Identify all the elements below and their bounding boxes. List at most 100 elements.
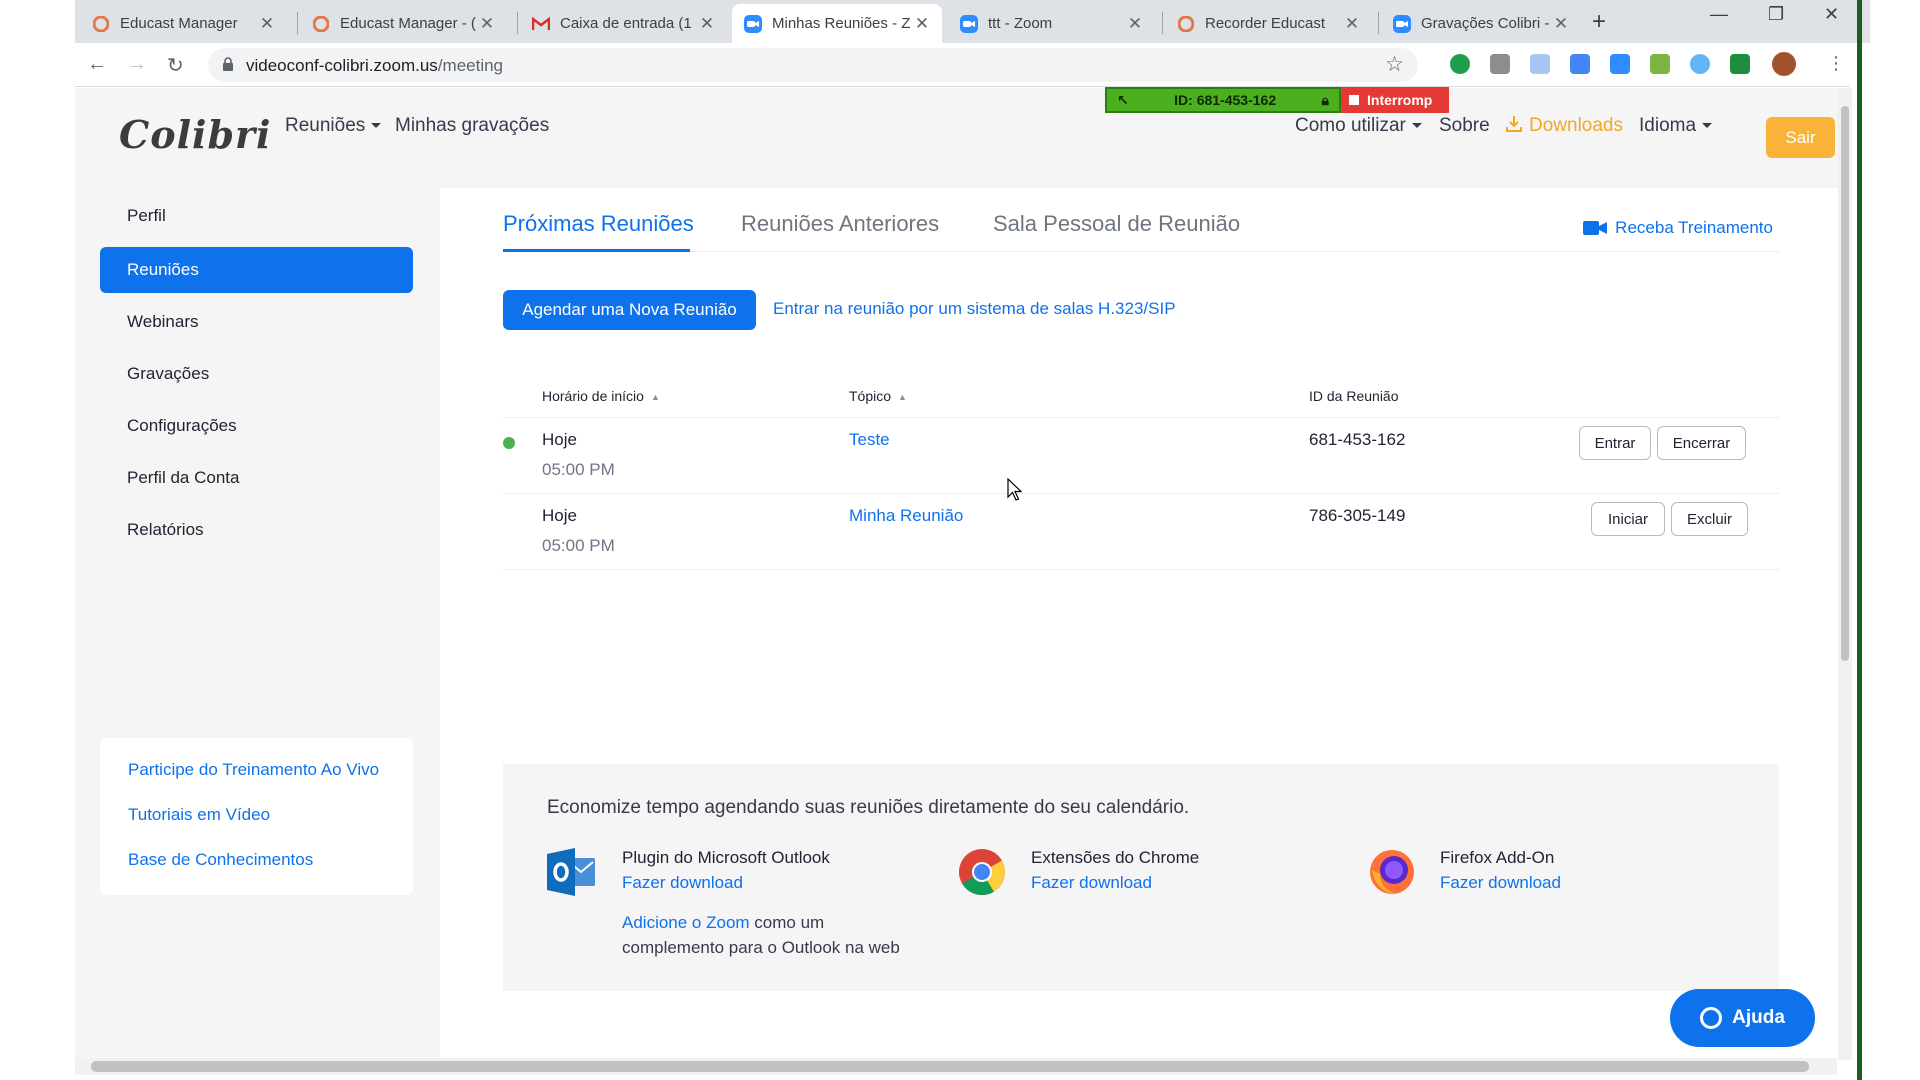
back-icon[interactable]: ← bbox=[87, 53, 107, 76]
vertical-scrollbar[interactable] bbox=[1838, 88, 1852, 1060]
tab-title: Minhas Reuniões - Z bbox=[772, 15, 911, 32]
educast-icon bbox=[92, 15, 110, 33]
zoom-icon bbox=[744, 14, 762, 33]
sidebar-item-meetings[interactable]: Reuniões bbox=[100, 247, 413, 293]
close-tab-icon[interactable]: ✕ bbox=[914, 14, 930, 34]
restore-icon[interactable]: ❐ bbox=[1768, 4, 1784, 25]
close-tab-icon[interactable]: ✕ bbox=[259, 14, 275, 34]
browser-toolbar: ← → ↻ videoconf-colibri.zoom.us/meeting … bbox=[75, 43, 1850, 87]
minimize-icon[interactable]: — bbox=[1710, 4, 1728, 25]
browser-tab-2[interactable]: Educast Manager - ( ✕ bbox=[300, 4, 507, 43]
close-tab-icon[interactable]: ✕ bbox=[1127, 14, 1143, 34]
new-tab-icon[interactable]: + bbox=[1592, 8, 1606, 36]
browser-tab-6[interactable]: Recorder Educast ✕ bbox=[1165, 4, 1372, 43]
tab-personal-room[interactable]: Sala Pessoal de Reunião bbox=[993, 211, 1240, 237]
sidebar-item-account-profile[interactable]: Perfil da Conta bbox=[100, 455, 413, 501]
meeting-topic-link[interactable]: Minha Reunião bbox=[849, 506, 963, 526]
address-bar[interactable]: videoconf-colibri.zoom.us/meeting ☆ bbox=[208, 48, 1418, 82]
get-training-link[interactable]: Receba Treinamento bbox=[1583, 218, 1773, 238]
column-meeting-id: ID da Reunião bbox=[1309, 388, 1399, 404]
tab-title: Recorder Educast bbox=[1205, 15, 1326, 32]
gmail-icon bbox=[532, 15, 550, 33]
extension-doc-icon[interactable] bbox=[1530, 54, 1550, 74]
extension-inbox-icon[interactable] bbox=[1650, 54, 1670, 74]
avatar[interactable] bbox=[1772, 52, 1796, 76]
outlook-download-link[interactable]: Fazer download bbox=[622, 873, 743, 893]
scrollbar-thumb[interactable] bbox=[91, 1061, 1809, 1072]
live-training-link[interactable]: Participe do Treinamento Ao Vivo bbox=[128, 760, 379, 780]
extension-shield-icon[interactable] bbox=[1690, 54, 1710, 74]
browser-tab-4[interactable]: Minhas Reuniões - Z ✕ bbox=[732, 4, 942, 43]
join-button[interactable]: Entrar bbox=[1579, 426, 1651, 460]
more-menu-icon[interactable]: ⋮ bbox=[1827, 53, 1845, 74]
table-row: Hoje 05:00 PM Teste 681-453-162 Entrar E… bbox=[503, 418, 1779, 494]
knowledge-base-link[interactable]: Base de Conhecimentos bbox=[128, 850, 313, 870]
stop-recording-button[interactable]: Interromp bbox=[1341, 87, 1449, 113]
browser-tab-1[interactable]: Educast Manager ✕ bbox=[80, 4, 287, 43]
bookmark-star-icon[interactable]: ☆ bbox=[1385, 52, 1404, 77]
educast-icon bbox=[312, 15, 330, 33]
close-tab-icon[interactable]: ✕ bbox=[479, 14, 495, 34]
chevron-down-icon bbox=[1702, 123, 1713, 129]
firefox-download-link[interactable]: Fazer download bbox=[1440, 873, 1561, 893]
end-button[interactable]: Encerrar bbox=[1657, 426, 1746, 460]
nav-meetings[interactable]: Reuniões bbox=[285, 115, 382, 137]
scrollbar-thumb[interactable] bbox=[1841, 106, 1849, 661]
extension-green-icon[interactable] bbox=[1450, 54, 1470, 74]
nav-language[interactable]: Idioma bbox=[1639, 115, 1713, 137]
tab-title: Caixa de entrada (1 bbox=[560, 15, 692, 32]
sip-room-link[interactable]: Entrar na reunião por um sistema de sala… bbox=[773, 299, 1176, 319]
firefox-addon-title: Firefox Add-On bbox=[1440, 848, 1555, 867]
sidebar-item-webinars[interactable]: Webinars bbox=[100, 299, 413, 345]
extension-gray-icon[interactable] bbox=[1490, 54, 1510, 74]
outlook-web-text-1: como um bbox=[749, 913, 825, 932]
sidebar: Perfil Reuniões Webinars Gravações Confi… bbox=[75, 188, 440, 1058]
browser-tab-3[interactable]: Caixa de entrada (1 ✕ bbox=[520, 4, 727, 43]
logo[interactable]: Colibri bbox=[119, 112, 272, 157]
tab-title: Educast Manager - ( bbox=[340, 15, 476, 32]
tab-previous-meetings[interactable]: Reuniões Anteriores bbox=[741, 211, 939, 237]
tab-divider bbox=[297, 12, 298, 34]
calendar-integrations-panel: Economize tempo agendando suas reuniões … bbox=[503, 764, 1779, 991]
browser-tab-7[interactable]: Gravações Colibri - ✕ bbox=[1381, 4, 1581, 43]
close-tab-icon[interactable]: ✕ bbox=[1553, 14, 1569, 34]
tab-title: Educast Manager bbox=[120, 15, 238, 32]
nav-about[interactable]: Sobre bbox=[1439, 115, 1490, 137]
chat-bubble-icon bbox=[1700, 1007, 1723, 1029]
delete-button[interactable]: Excluir bbox=[1671, 502, 1748, 536]
sidebar-item-profile[interactable]: Perfil bbox=[100, 193, 413, 239]
sidebar-item-reports[interactable]: Relatórios bbox=[100, 507, 413, 553]
logout-button[interactable]: Sair bbox=[1766, 117, 1835, 158]
column-topic[interactable]: Tópico ▲ bbox=[849, 388, 907, 404]
sidebar-item-recordings[interactable]: Gravações bbox=[100, 351, 413, 397]
extension-avg-icon[interactable] bbox=[1730, 54, 1750, 74]
horizontal-scrollbar[interactable] bbox=[75, 1058, 1837, 1075]
nav-downloads[interactable]: Downloads bbox=[1505, 115, 1623, 137]
meeting-topic-link[interactable]: Teste bbox=[849, 430, 890, 450]
column-start-time[interactable]: Horário de início ▲ bbox=[542, 388, 660, 404]
forward-icon[interactable]: → bbox=[127, 53, 147, 76]
meeting-day: Hoje bbox=[542, 430, 577, 449]
main-content: Próximas Reuniões Reuniões Anteriores Sa… bbox=[440, 188, 1838, 1058]
window-margin bbox=[0, 0, 75, 1080]
recorder-meeting-id[interactable]: ↖ ID: 681-453-162 🔒︎ bbox=[1105, 87, 1341, 113]
close-window-icon[interactable]: ✕ bbox=[1824, 4, 1839, 25]
extension-zoom-icon[interactable] bbox=[1610, 54, 1630, 74]
sidebar-item-settings[interactable]: Configurações bbox=[100, 403, 413, 449]
close-tab-icon[interactable]: ✕ bbox=[699, 14, 715, 34]
add-zoom-link[interactable]: Adicione o Zoom bbox=[622, 913, 750, 932]
schedule-meeting-button[interactable]: Agendar uma Nova Reunião bbox=[503, 290, 756, 330]
nav-how-to-use[interactable]: Como utilizar bbox=[1295, 115, 1422, 137]
extension-blue-icon[interactable] bbox=[1570, 54, 1590, 74]
start-button[interactable]: Iniciar bbox=[1591, 502, 1665, 536]
url-host: videoconf-colibri.zoom.us bbox=[246, 56, 438, 75]
nav-recordings[interactable]: Minhas gravações bbox=[395, 115, 549, 137]
tab-upcoming-meetings[interactable]: Próximas Reuniões bbox=[503, 211, 694, 237]
help-button[interactable]: Ajuda bbox=[1670, 989, 1815, 1047]
chrome-download-link[interactable]: Fazer download bbox=[1031, 873, 1152, 893]
video-tutorials-link[interactable]: Tutoriais em Vídeo bbox=[128, 805, 270, 825]
browser-tab-5[interactable]: ttt - Zoom ✕ bbox=[948, 4, 1155, 43]
promo-title: Economize tempo agendando suas reuniões … bbox=[547, 797, 1190, 818]
reload-icon[interactable]: ↻ bbox=[167, 53, 184, 78]
close-tab-icon[interactable]: ✕ bbox=[1344, 14, 1360, 34]
